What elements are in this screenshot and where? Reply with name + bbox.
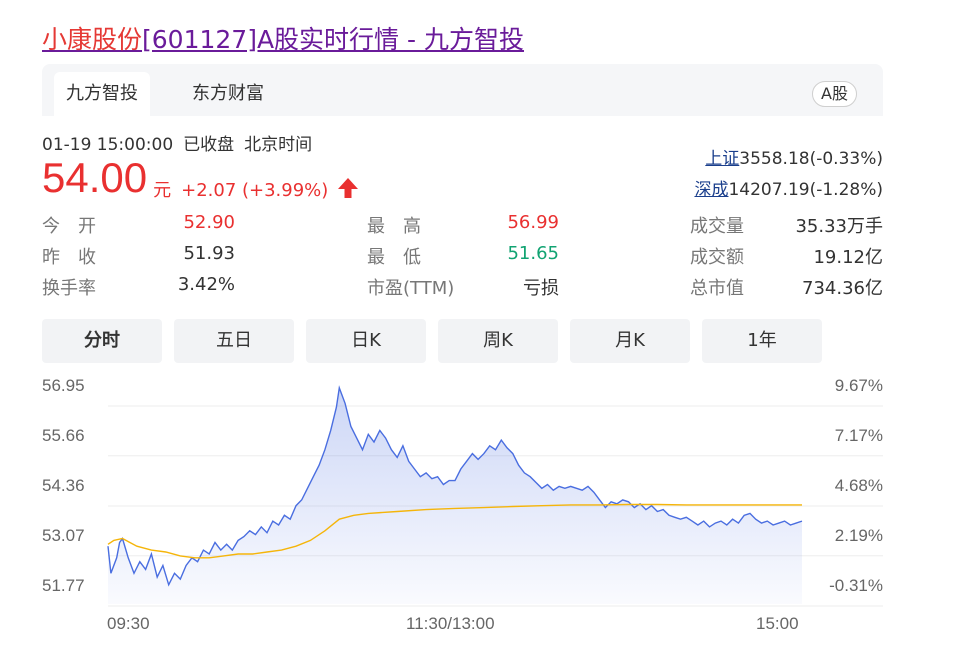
- intraday-chart: [107, 385, 883, 607]
- price-area: [108, 387, 802, 604]
